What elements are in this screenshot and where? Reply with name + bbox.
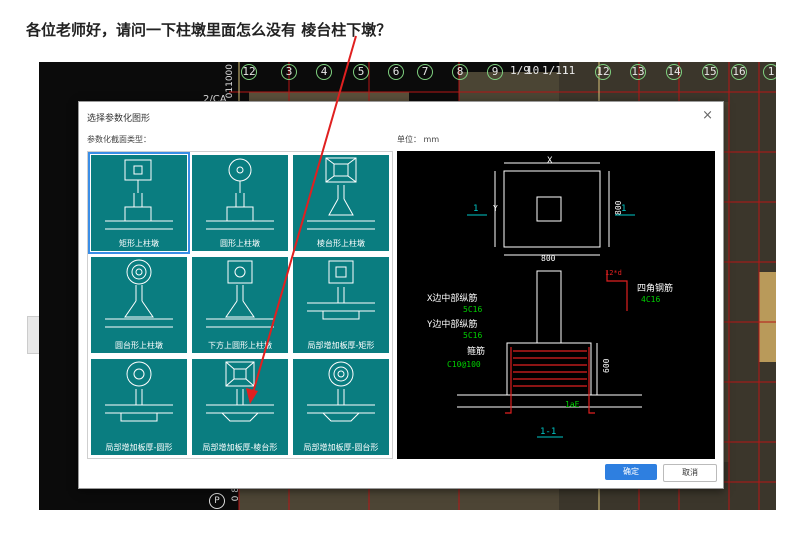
annotation-arrow <box>246 35 357 404</box>
